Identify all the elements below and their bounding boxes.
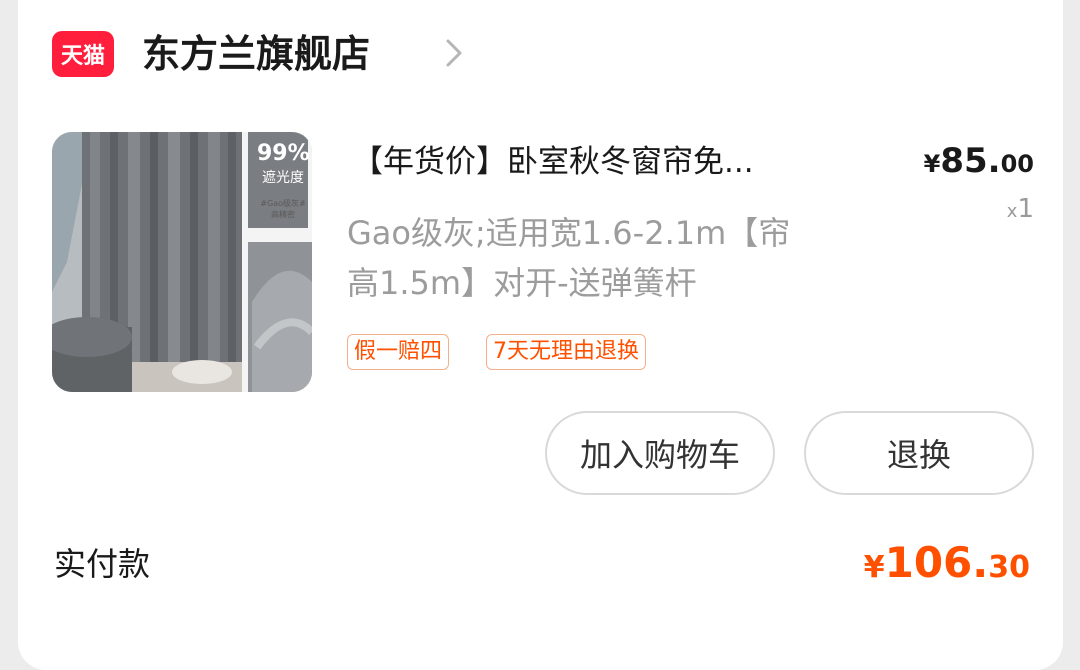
- tmall-badge: 天猫: [52, 31, 114, 77]
- blackout-percent: 99%: [257, 141, 310, 166]
- blackout-label: 遮光度: [262, 170, 304, 186]
- image-tiny-line2: 高精密: [271, 210, 295, 219]
- image-tiny-line1: #Gao级灰#: [260, 199, 306, 208]
- spec-line-1: Gao级灰;适用宽1.6-2.1m【帘: [347, 214, 791, 252]
- price-currency: ¥: [923, 150, 941, 178]
- product-title[interactable]: 【年货价】卧室秋冬窗帘免...: [352, 138, 882, 186]
- tag-7day-return: 7天无理由退换: [486, 334, 646, 370]
- product-spec[interactable]: Gao级灰;适用宽1.6-2.1m【帘 高1.5m】对开-送弹簧杆: [347, 208, 887, 308]
- price-integer: 85.: [940, 141, 1001, 181]
- product-quantity: x1: [960, 192, 1034, 226]
- quantity-prefix: x: [1006, 201, 1018, 222]
- quantity-value: 1: [1017, 194, 1034, 224]
- total-decimal: 30: [988, 550, 1030, 585]
- chevron-right-icon[interactable]: [437, 36, 471, 70]
- product-image[interactable]: 99% 遮光度 #Gao级灰# 高精密: [52, 132, 312, 392]
- add-to-cart-label: 加入购物车: [579, 436, 740, 474]
- paid-amount: ¥106.30: [830, 534, 1030, 592]
- exchange-button[interactable]: 退换: [804, 411, 1034, 495]
- paid-amount-label: 实付款: [54, 545, 151, 583]
- total-currency: ¥: [863, 550, 885, 585]
- tmall-badge-text: 天猫: [60, 44, 105, 69]
- product-price: ¥85.00: [890, 136, 1034, 186]
- spec-line-2: 高1.5m】对开-送弹簧杆: [347, 264, 697, 302]
- total-integer: 106.: [884, 538, 989, 587]
- shop-name[interactable]: 东方兰旗舰店: [142, 28, 370, 80]
- exchange-label: 退换: [886, 436, 951, 474]
- image-caption: 99% 遮光度 #Gao级灰# 高精密: [257, 140, 310, 220]
- price-decimal: 00: [1000, 150, 1034, 178]
- add-to-cart-button[interactable]: 加入购物车: [545, 411, 775, 495]
- tag-fake-compensation: 假一赔四: [347, 334, 450, 370]
